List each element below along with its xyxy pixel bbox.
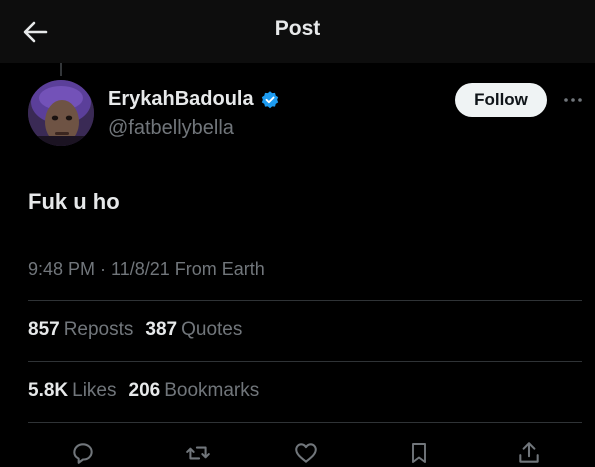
verified-badge-icon[interactable] [260,90,280,110]
avatar[interactable] [28,80,94,146]
repost-button[interactable] [182,438,214,467]
more-button[interactable] [558,88,588,112]
likes-stat[interactable]: 5.8K Likes [28,380,129,401]
bookmark-icon [412,443,426,463]
avatar-image [28,80,94,146]
stats-row-likes: 5.8K Likes 206 Bookmarks [28,380,271,402]
post-text: Fuk u ho [28,189,120,214]
divider [28,422,582,423]
author-handle[interactable]: @fatbellybella [108,117,234,140]
action-bar [0,434,595,467]
reply-button[interactable] [67,438,99,467]
stats-row-reposts: 857 Reposts 387 Quotes [28,319,254,341]
divider [28,300,582,301]
post-timestamp[interactable]: 9:48 PM · 11/8/21 From Earth [28,259,265,280]
share-button[interactable] [513,438,545,467]
reposts-stat[interactable]: 857 Reposts [28,319,145,340]
display-name-text: ErykahBadoula [108,88,254,110]
bookmarks-stat[interactable]: 206 Bookmarks [129,380,272,401]
reposts-count: 857 [28,319,60,340]
quotes-count: 387 [145,319,178,340]
author-name[interactable]: ErykahBadoula [108,88,280,111]
thread-connector [60,63,62,76]
bookmarks-count: 206 [128,380,161,401]
share-icon [519,442,539,463]
follow-button[interactable]: Follow [455,83,547,117]
top-bar: Post [0,0,595,63]
more-horizontal-icon [564,98,582,102]
likes-count: 5.8K [28,380,69,401]
bookmarks-label: Bookmarks [164,380,260,401]
quotes-label: Quotes [181,319,243,340]
post-page: Post ErykahBadoula @fatbellybella Follow [0,0,595,467]
like-icon [295,443,317,463]
divider [28,361,582,362]
bookmark-button[interactable] [403,438,435,467]
page-title: Post [274,17,321,40]
repost-icon [186,446,210,460]
reposts-label: Reposts [63,319,134,340]
quotes-stat[interactable]: 387 Quotes [145,319,254,340]
like-button[interactable] [290,438,322,467]
reply-icon [73,443,93,464]
likes-label: Likes [72,380,117,401]
